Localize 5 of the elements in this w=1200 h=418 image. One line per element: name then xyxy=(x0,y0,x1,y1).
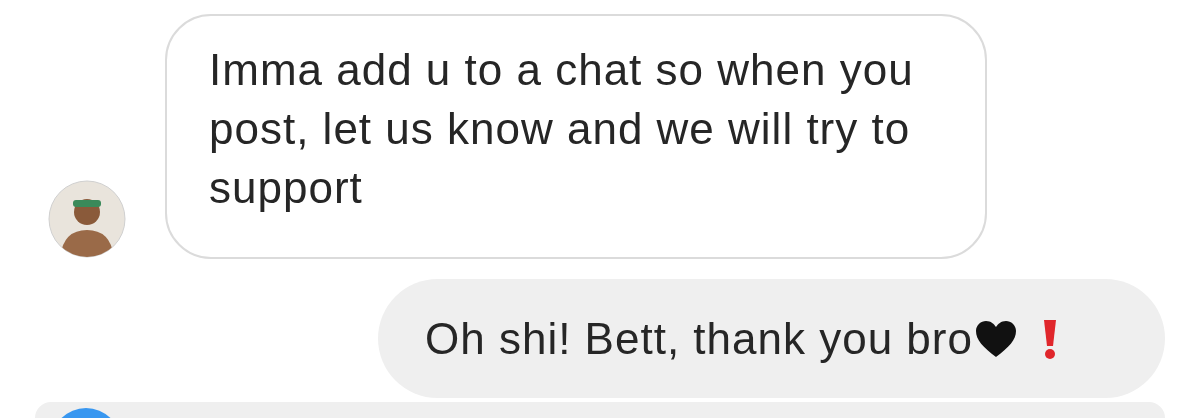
heart-icon xyxy=(974,319,1017,358)
error-icon[interactable] xyxy=(1042,317,1057,360)
avatar[interactable] xyxy=(48,180,126,258)
message-text: Oh shi! Bett, thank you bro xyxy=(425,313,973,364)
message-text: Imma add u to a chat so when you post, let us know and we will try to support xyxy=(209,44,915,214)
